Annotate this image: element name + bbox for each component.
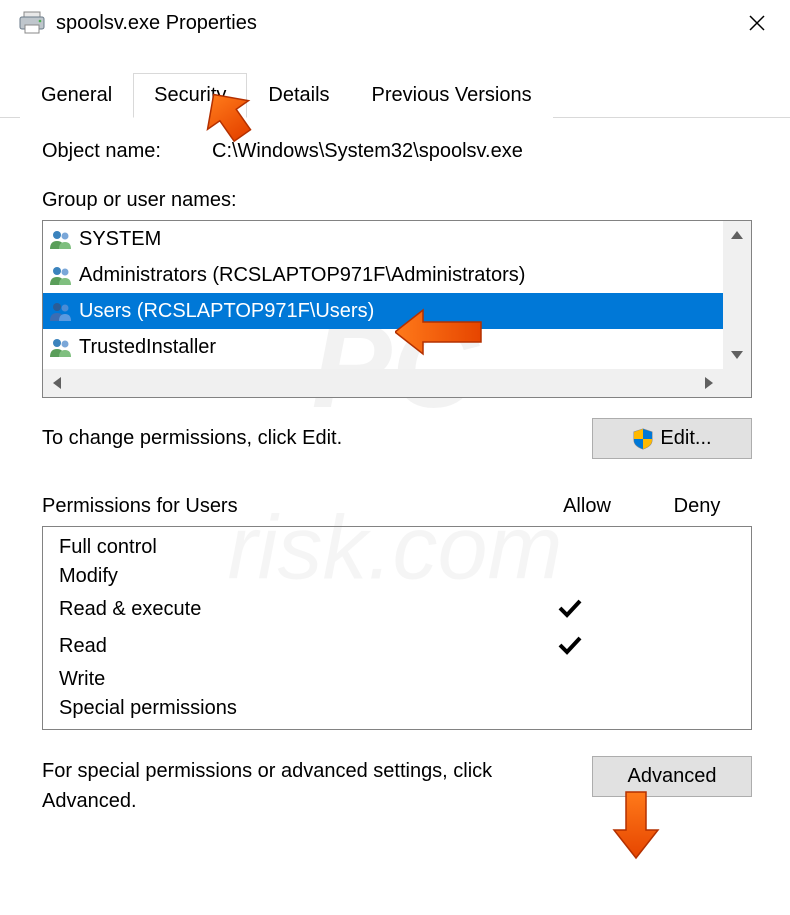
shield-icon — [632, 428, 654, 450]
list-item-label: SYSTEM — [79, 228, 161, 251]
group-names-label: Group or user names: — [42, 189, 752, 212]
perm-name: Modify — [59, 565, 515, 588]
titlebar: spoolsv.exe Properties — [0, 0, 790, 48]
users-icon — [49, 265, 73, 285]
list-item-label: Administrators (RCSLAPTOP971F\Administra… — [79, 264, 525, 287]
list-item[interactable]: Administrators (RCSLAPTOP971F\Administra… — [43, 257, 751, 293]
close-icon[interactable] — [742, 8, 772, 38]
tab-general[interactable]: General — [20, 73, 133, 118]
perm-name: Write — [59, 668, 515, 691]
tab-security[interactable]: Security — [133, 73, 247, 118]
scroll-up-icon[interactable] — [723, 221, 751, 249]
perm-name: Read — [59, 635, 515, 658]
edit-button[interactable]: Edit... — [592, 418, 752, 459]
perm-row: Full control — [43, 533, 751, 562]
advanced-button[interactable]: Advanced — [592, 756, 752, 797]
vertical-scrollbar[interactable] — [723, 221, 751, 369]
scroll-down-icon[interactable] — [723, 341, 751, 369]
advanced-button-label: Advanced — [628, 765, 717, 788]
perm-name: Read & execute — [59, 598, 515, 621]
permissions-box: Full control Modify Read & execute Read — [42, 526, 752, 730]
object-name-value: C:\Windows\System32\spoolsv.exe — [212, 140, 523, 163]
permissions-for-label: Permissions for Users — [42, 495, 238, 518]
tab-details[interactable]: Details — [247, 73, 350, 118]
tab-previous-versions[interactable]: Previous Versions — [351, 73, 553, 118]
perm-row: Write — [43, 665, 751, 694]
perm-name: Full control — [59, 536, 515, 559]
perm-row: Read & execute — [43, 591, 751, 628]
scroll-right-icon[interactable] — [695, 369, 723, 397]
perm-allow-check — [515, 631, 625, 662]
scroll-corner — [723, 369, 751, 397]
edit-button-label: Edit... — [660, 427, 711, 450]
window-title: spoolsv.exe Properties — [56, 12, 742, 35]
list-item-label: TrustedInstaller — [79, 336, 216, 359]
deny-column-header: Deny — [642, 495, 752, 518]
perm-name: Special permissions — [59, 697, 515, 720]
group-user-listbox[interactable]: SYSTEM Administrators (RCSLAPTOP971F\Adm… — [42, 220, 752, 398]
list-item[interactable]: TrustedInstaller — [43, 329, 751, 365]
object-name-label: Object name: — [42, 140, 212, 163]
users-icon — [49, 229, 73, 249]
allow-column-header: Allow — [532, 495, 642, 518]
perm-row: Read — [43, 628, 751, 665]
change-permissions-text: To change permissions, click Edit. — [42, 427, 592, 450]
horizontal-scrollbar[interactable] — [43, 369, 723, 397]
list-item[interactable]: SYSTEM — [43, 221, 751, 257]
list-item-selected[interactable]: Users (RCSLAPTOP971F\Users) — [43, 293, 751, 329]
scroll-left-icon[interactable] — [43, 369, 71, 397]
users-icon — [49, 301, 73, 321]
perm-allow-check — [515, 594, 625, 625]
list-item-label: Users (RCSLAPTOP971F\Users) — [79, 300, 374, 323]
users-icon — [49, 337, 73, 357]
printer-icon — [18, 11, 46, 35]
perm-row: Special permissions — [43, 694, 751, 723]
perm-row: Modify — [43, 562, 751, 591]
tabs: General Security Details Previous Versio… — [0, 72, 790, 118]
advanced-text: For special permissions or advanced sett… — [42, 756, 592, 816]
